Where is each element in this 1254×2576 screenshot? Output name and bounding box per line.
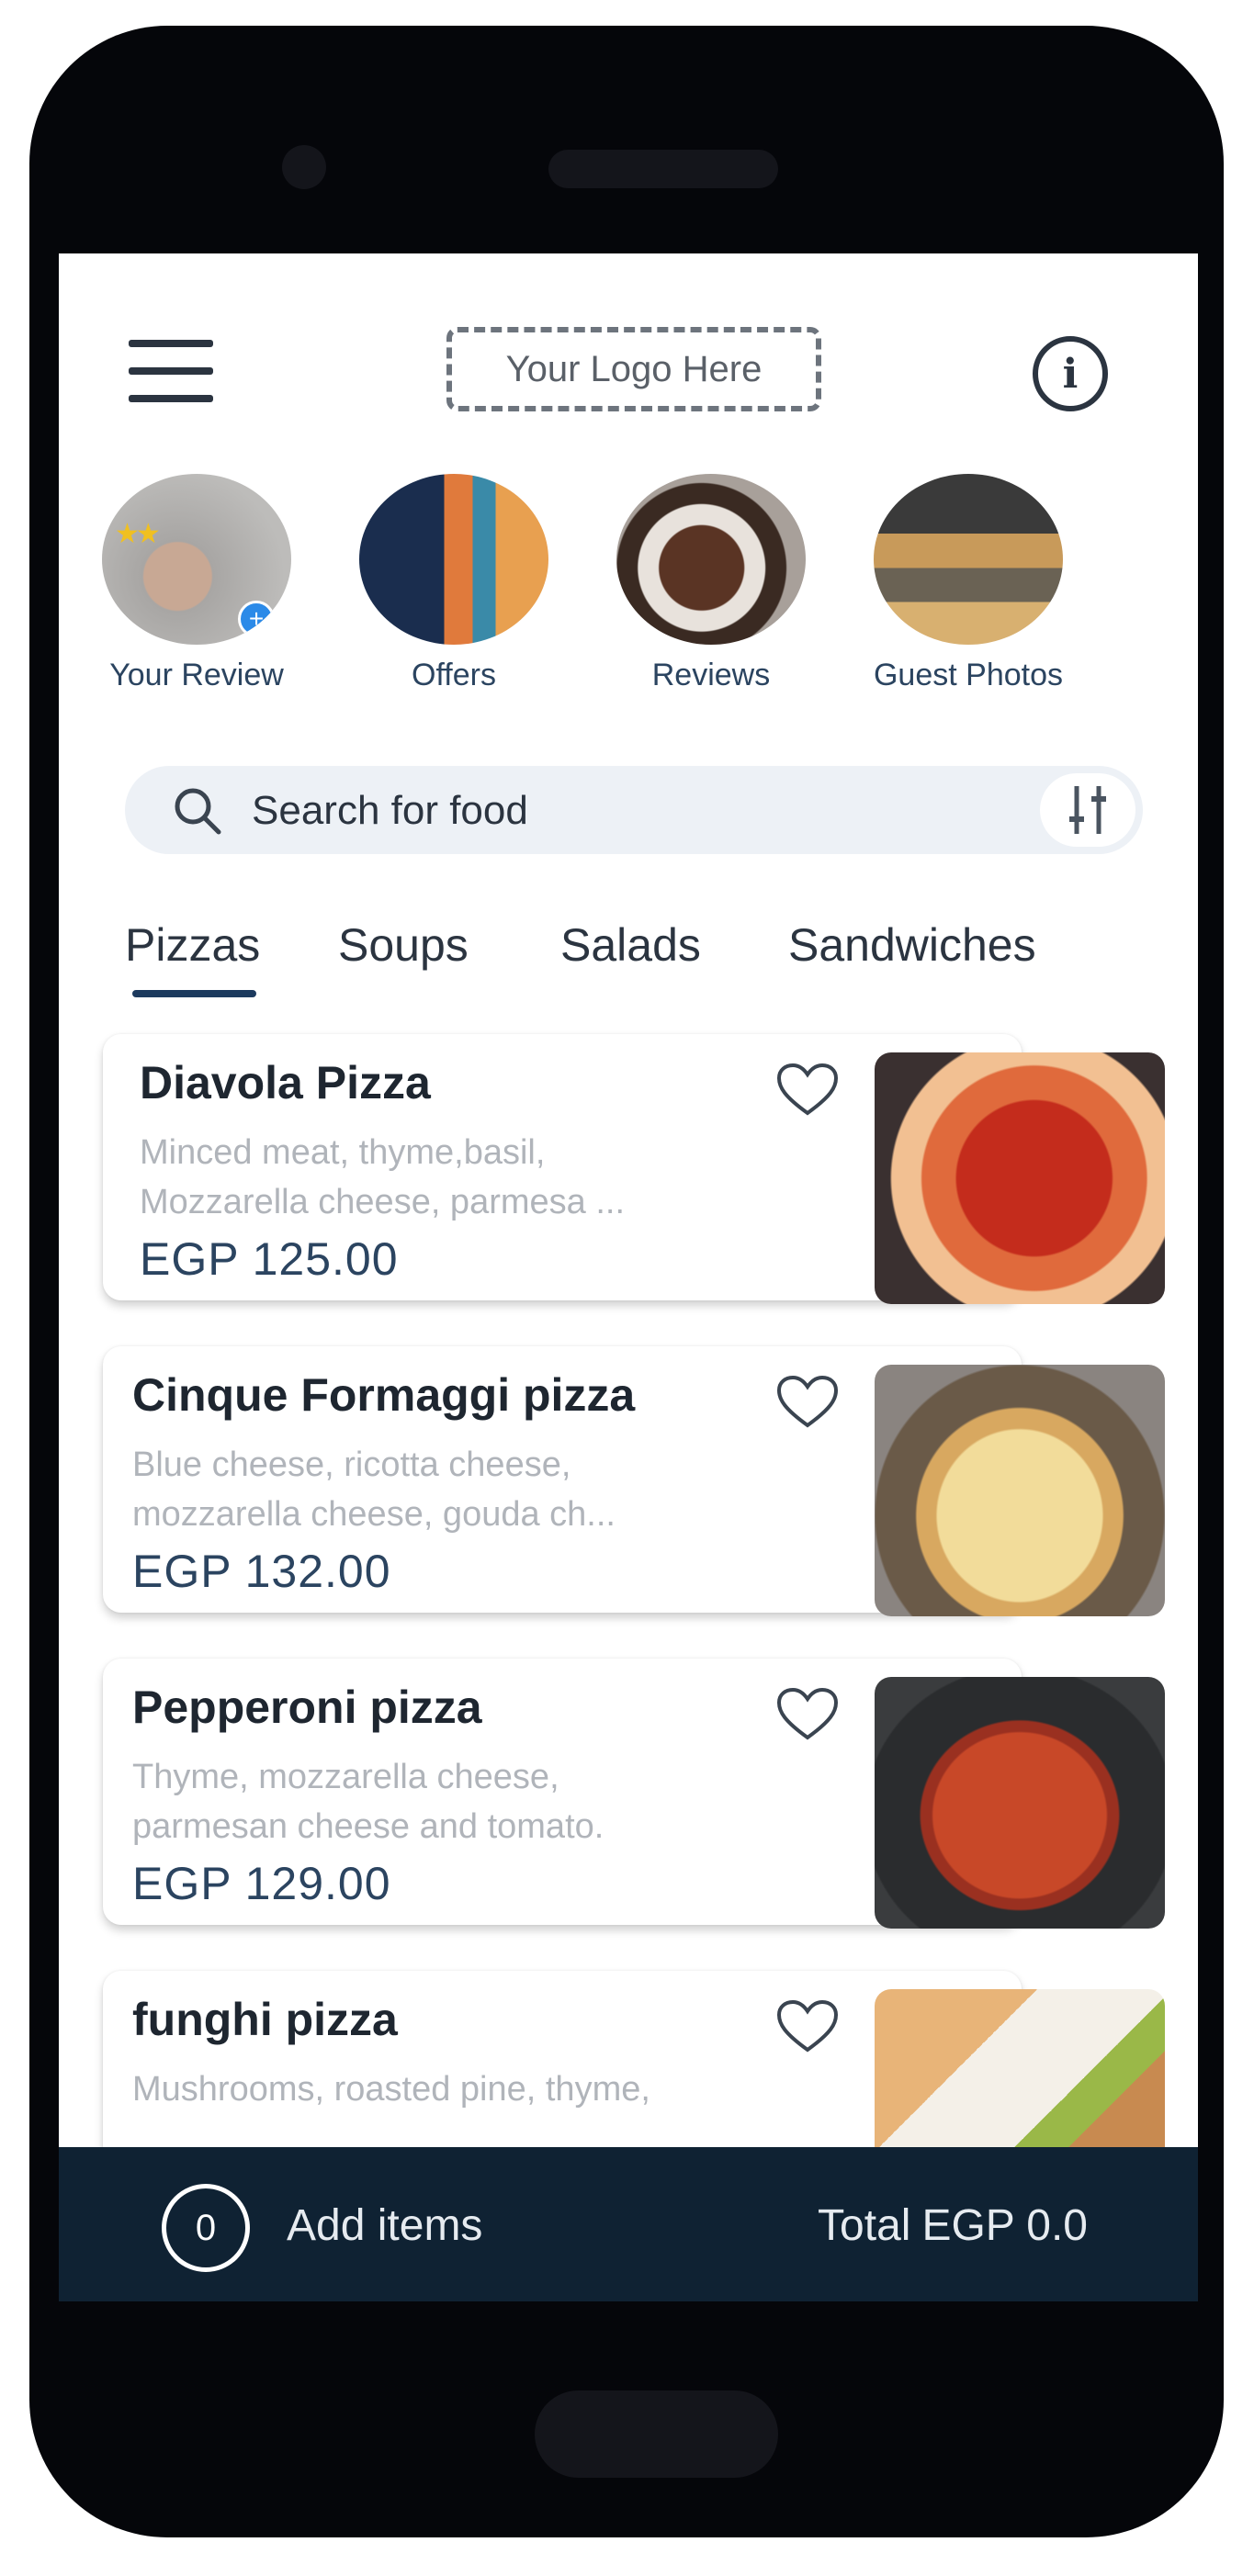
heart-icon[interactable]	[775, 1374, 840, 1431]
your-review-thumbnail[interactable]: ★★ +	[102, 474, 291, 645]
front-camera	[282, 145, 326, 189]
search-input[interactable]	[250, 784, 989, 838]
diavola-pizza-image[interactable]	[875, 1052, 1165, 1304]
pepperoni-pizza-image[interactable]	[875, 1677, 1165, 1929]
item-name: funghi pizza	[132, 1994, 398, 2045]
item-description: Mushrooms, roasted pine, thyme,	[132, 2070, 650, 2109]
menu-item-pepperoni[interactable]: Pepperoni pizza Thyme, mozzarella cheese…	[59, 1659, 1198, 1943]
stories-row: ★★ + Your Review Offers Reviews Guest Ph…	[59, 474, 1198, 713]
filter-button[interactable]	[1040, 773, 1135, 847]
story-offers[interactable]: Offers	[334, 474, 573, 693]
logo-text: Your Logo Here	[505, 348, 763, 389]
search-bar[interactable]	[125, 766, 1143, 854]
menu-item-diavola[interactable]: Diavola Pizza Minced meat, thyme,basil, …	[59, 1034, 1198, 1319]
item-name: Cinque Formaggi pizza	[132, 1369, 636, 1421]
info-icon[interactable]: i	[1033, 336, 1108, 411]
offers-thumbnail[interactable]	[359, 474, 548, 645]
hamburger-menu-icon[interactable]	[129, 340, 213, 402]
reviews-thumbnail[interactable]	[616, 474, 806, 645]
story-label: Reviews	[651, 658, 771, 692]
cinque-formaggi-pizza-image[interactable]	[875, 1365, 1165, 1616]
total-label: Total	[818, 2201, 911, 2250]
item-price: EGP 129.00	[132, 1858, 391, 1909]
heart-icon[interactable]	[775, 1998, 840, 2055]
search-icon	[175, 788, 221, 835]
cart-count-badge: 0	[162, 2184, 250, 2272]
add-items-label[interactable]: Add items	[287, 2200, 482, 2251]
category-tabs: Pizzas Soups Salads Sandwiches	[125, 918, 1181, 1010]
home-button[interactable]	[535, 2390, 778, 2478]
guest-photos-thumbnail[interactable]	[874, 474, 1063, 645]
item-description: Blue cheese, ricotta cheese, mozzarella …	[132, 1445, 616, 1534]
cart-total: Total EGP 0.0	[818, 2200, 1088, 2251]
total-value: EGP 0.0	[921, 2201, 1088, 2250]
item-description: Minced meat, thyme,basil, Mozzarella che…	[140, 1133, 626, 1221]
story-reviews[interactable]: Reviews	[592, 474, 830, 693]
add-review-icon[interactable]: +	[238, 601, 275, 637]
menu-item-cinque-formaggi[interactable]: Cinque Formaggi pizza Blue cheese, ricot…	[59, 1346, 1198, 1631]
tab-pizzas[interactable]: Pizzas	[125, 918, 260, 997]
item-name: Diavola Pizza	[140, 1057, 431, 1108]
cart-bar[interactable]: 0 Add items Total EGP 0.0	[59, 2147, 1198, 2301]
tab-sandwiches[interactable]: Sandwiches	[788, 918, 1036, 972]
tab-salads[interactable]: Salads	[560, 918, 701, 972]
heart-icon[interactable]	[775, 1686, 840, 1743]
tab-soups[interactable]: Soups	[338, 918, 469, 972]
rating-stars-icon: ★★	[115, 519, 161, 549]
item-name: Pepperoni pizza	[132, 1682, 482, 1733]
filter-sliders-icon	[1069, 786, 1106, 834]
story-label: Offers	[412, 658, 496, 692]
story-guest-photos[interactable]: Guest Photos	[849, 474, 1088, 693]
item-price: EGP 125.00	[140, 1233, 399, 1285]
story-your-review[interactable]: ★★ + Your Review	[77, 474, 316, 693]
logo-placeholder: Your Logo Here	[446, 327, 821, 411]
story-label: Guest Photos	[873, 658, 1063, 692]
heart-icon[interactable]	[775, 1062, 840, 1119]
item-description: Thyme, mozzarella cheese, parmesan chees…	[132, 1758, 604, 1846]
app-screen: Your Logo Here i ★★ + Your Review Offers…	[59, 253, 1198, 2301]
item-price: EGP 132.00	[132, 1546, 391, 1597]
earpiece-speaker	[548, 150, 778, 188]
story-label: Your Review	[109, 658, 284, 692]
